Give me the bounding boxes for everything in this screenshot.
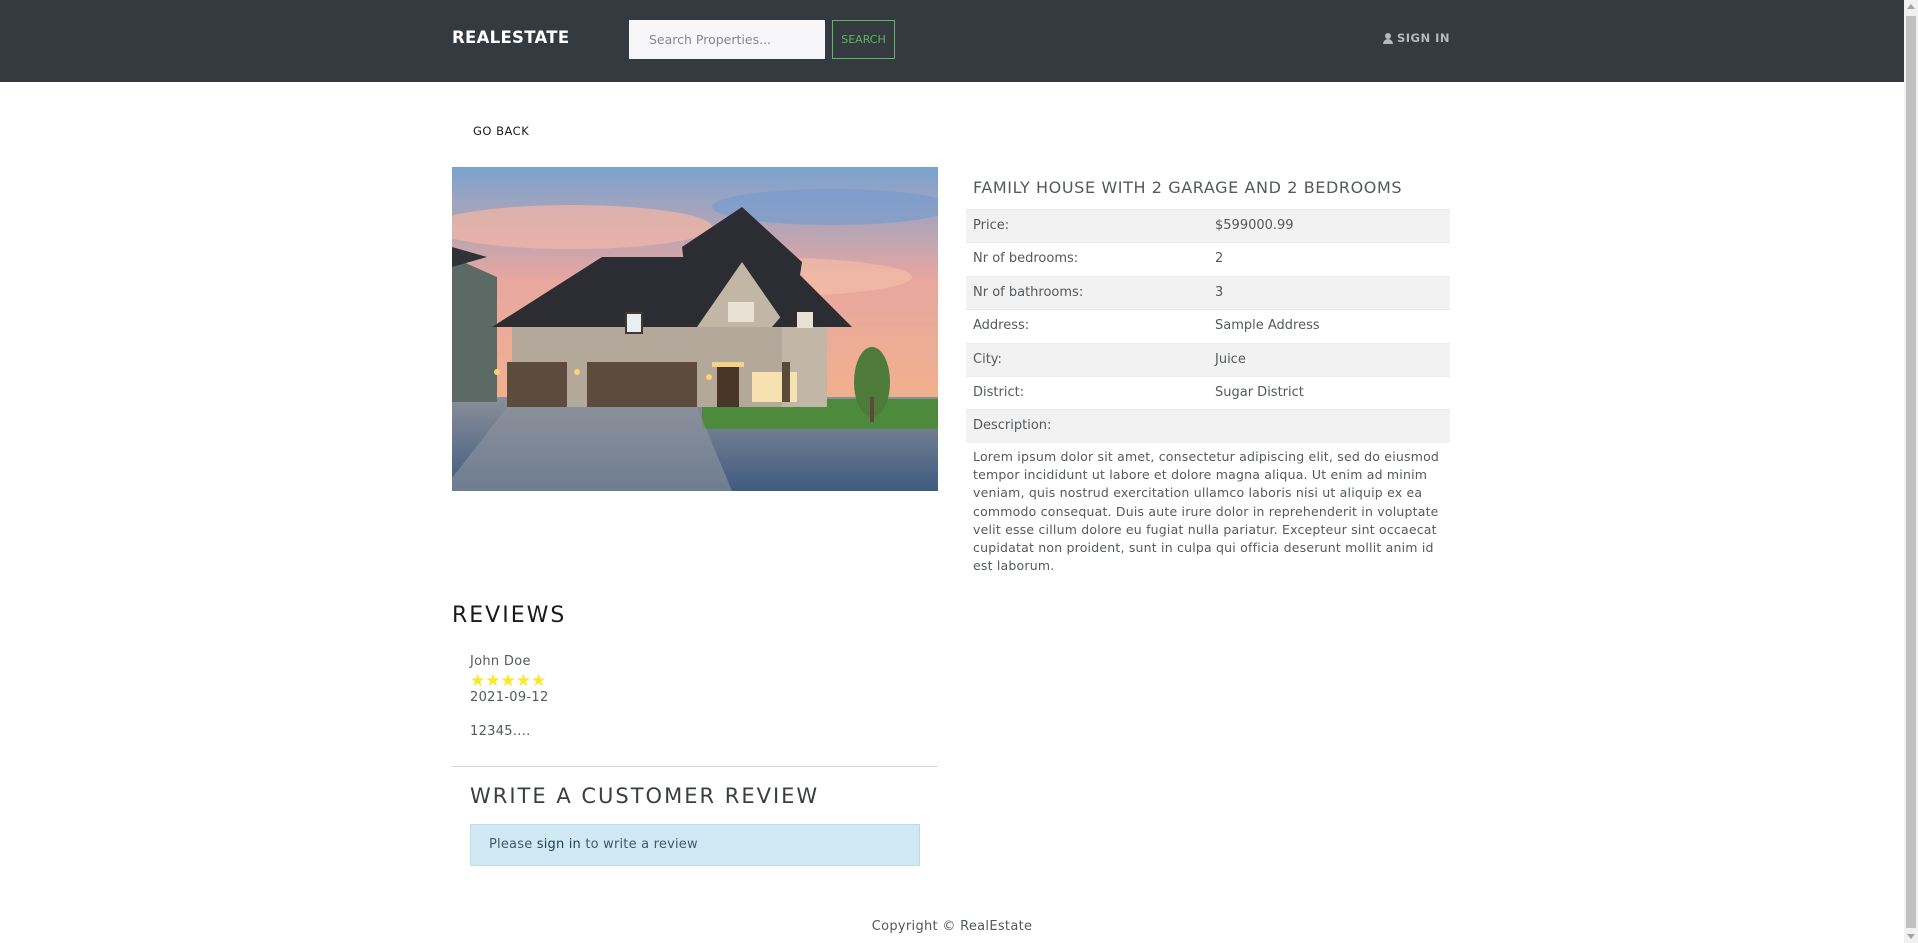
scrollbar-thumb[interactable] [1906,16,1916,928]
signin-link[interactable]: SIGN IN [1383,31,1450,45]
reviews-heading: REVIEWS [452,603,567,628]
star-icon: ★ [500,671,516,691]
reviewer-name: John Doe [470,654,531,669]
detail-row-district: District: Sugar District [966,375,1450,409]
detail-row-bathrooms: Nr of bathrooms: 3 [966,275,1450,310]
star-rating: ★ ★ ★ ★ ★ [470,672,549,690]
signin-label: SIGN IN [1397,31,1451,45]
detail-value: $599000.99 [1215,218,1294,233]
star-icon: ★ [515,671,531,691]
detail-label: District: [973,384,1025,400]
property-title: FAMILY HOUSE WITH 2 GARAGE AND 2 BEDROOM… [973,178,1403,197]
user-icon [1383,32,1393,44]
review-comment: 12345.... [470,724,531,739]
detail-label: City: [973,351,1002,367]
star-icon: ★ [531,671,547,691]
alert-signin-link[interactable]: sign in [537,837,581,852]
review-date: 2021-09-12 [470,690,549,705]
detail-value: 3 [1215,284,1224,300]
detail-label: Price: [973,218,1010,233]
detail-label: Nr of bedrooms: [973,251,1079,267]
write-review-heading: WRITE A CUSTOMER REVIEW [470,784,820,808]
detail-label: Nr of bathrooms: [973,284,1084,300]
detail-value: Sugar District [1215,384,1304,400]
detail-row-bedrooms: Nr of bedrooms: 2 [966,242,1450,275]
property-description: Lorem ipsum dolor sit amet, consectetur … [973,449,1440,574]
detail-row-city: City: Juice [966,342,1450,376]
detail-row-description: Description: [966,409,1450,443]
alert-suffix: to write a review [581,837,698,852]
detail-row-address: Address: Sample Address [966,309,1450,342]
detail-value: 2 [1215,251,1224,267]
star-icon: ★ [485,671,501,691]
go-back-button[interactable]: GO BACK [473,124,529,138]
detail-value: Sample Address [1215,318,1320,334]
detail-row-price: Price: $599000.99 [966,209,1450,243]
scroll-down-arrow-icon[interactable] [1907,934,1915,939]
detail-label: Address: [973,318,1030,334]
footer-copyright: Copyright © RealEstate [871,919,1033,934]
navbar: REALESTATE Search Properties... SEARCH S… [0,0,1904,82]
search-input[interactable]: Search Properties... [629,20,825,59]
property-image [452,167,938,491]
alert-prefix: Please [489,837,537,852]
star-icon: ★ [470,671,486,691]
detail-label: Description: [973,418,1052,434]
scroll-up-arrow-icon[interactable] [1907,4,1915,9]
divider [452,766,938,767]
detail-value: Juice [1215,351,1246,367]
brand-logo[interactable]: REALESTATE [452,28,569,47]
property-details-table: Price: $599000.99 Nr of bedrooms: 2 Nr o… [966,209,1450,443]
signin-alert: Please sign in to write a review [470,824,920,866]
search-button[interactable]: SEARCH [832,20,895,59]
detail-value [1208,410,1450,442]
review-item: John Doe ★ ★ ★ ★ ★ 2021-09-12 12345.... [470,654,549,739]
